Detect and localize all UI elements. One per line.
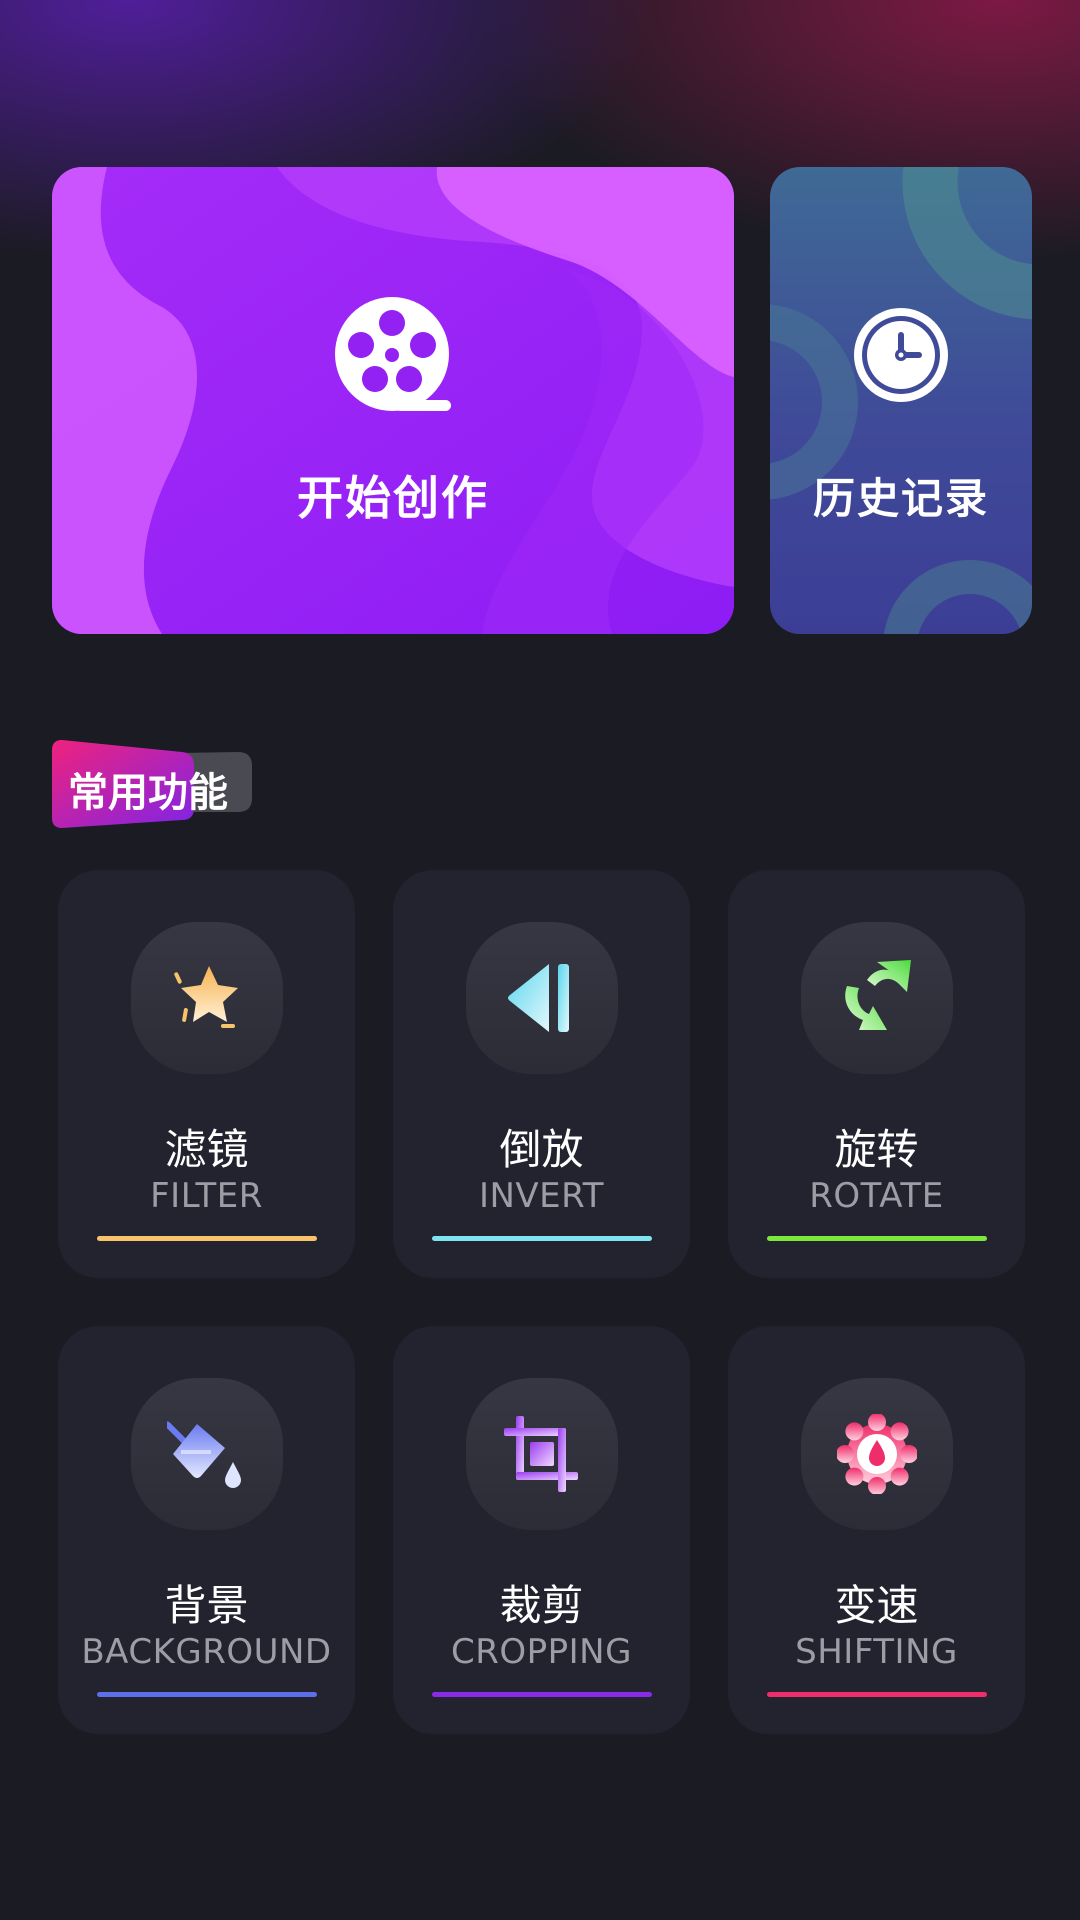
feature-subtitle: CROPPING: [451, 1632, 632, 1672]
feature-tile-cropping[interactable]: 裁剪 CROPPING: [393, 1326, 690, 1734]
sparkle-star-icon: [174, 966, 238, 1028]
feature-tile-rotate[interactable]: 旋转 ROTATE: [728, 870, 1025, 1278]
section-title: 常用功能: [68, 770, 228, 816]
paint-bucket-icon: [167, 1421, 241, 1488]
accent-bar: [767, 1236, 987, 1241]
accent-bar: [97, 1236, 317, 1241]
clock-icon: [854, 308, 948, 402]
accent-bar: [767, 1692, 987, 1697]
crop-icon: [504, 1416, 578, 1492]
accent-bar: [432, 1692, 652, 1697]
feature-name: 背景: [164, 1581, 249, 1630]
feature-subtitle: FILTER: [150, 1176, 263, 1216]
feature-tile-background[interactable]: 背景 BACKGROUND: [58, 1326, 355, 1734]
feature-name: 旋转: [834, 1125, 919, 1174]
feature-name: 裁剪: [499, 1581, 584, 1630]
history-title: 历史记录: [812, 474, 989, 523]
start-creating-card[interactable]: 开始创作: [52, 167, 734, 634]
icon-circle: [466, 1378, 618, 1530]
section-header: 常用功能: [52, 740, 252, 828]
feature-subtitle: BACKGROUND: [81, 1632, 332, 1672]
icon-circle: [131, 922, 283, 1074]
icon-circle: [466, 922, 618, 1074]
feature-subtitle: INVERT: [478, 1176, 605, 1216]
feature-name: 变速: [834, 1581, 919, 1630]
history-card[interactable]: 历史记录: [770, 167, 1032, 634]
feature-tile-shifting[interactable]: 变速 SHIFTING: [728, 1326, 1025, 1734]
feature-tile-invert[interactable]: 倒放 INVERT: [393, 870, 690, 1278]
start-creating-title: 开始创作: [297, 471, 489, 525]
feature-subtitle: ROTATE: [809, 1176, 944, 1216]
rotate-arrows-icon: [845, 960, 911, 1030]
feature-name: 倒放: [499, 1125, 584, 1174]
icon-circle: [801, 922, 953, 1074]
rewind-icon: [508, 964, 569, 1032]
accent-bar: [97, 1692, 317, 1697]
icon-circle: [131, 1378, 283, 1530]
feature-tile-filter[interactable]: 滤镜 FILTER: [58, 870, 355, 1278]
accent-bar: [432, 1236, 652, 1241]
feature-subtitle: SHIFTING: [795, 1632, 958, 1672]
icon-circle: [801, 1378, 953, 1530]
speed-gear-icon: [837, 1414, 917, 1494]
feature-name: 滤镜: [164, 1125, 249, 1174]
film-reel-icon: [335, 297, 451, 411]
